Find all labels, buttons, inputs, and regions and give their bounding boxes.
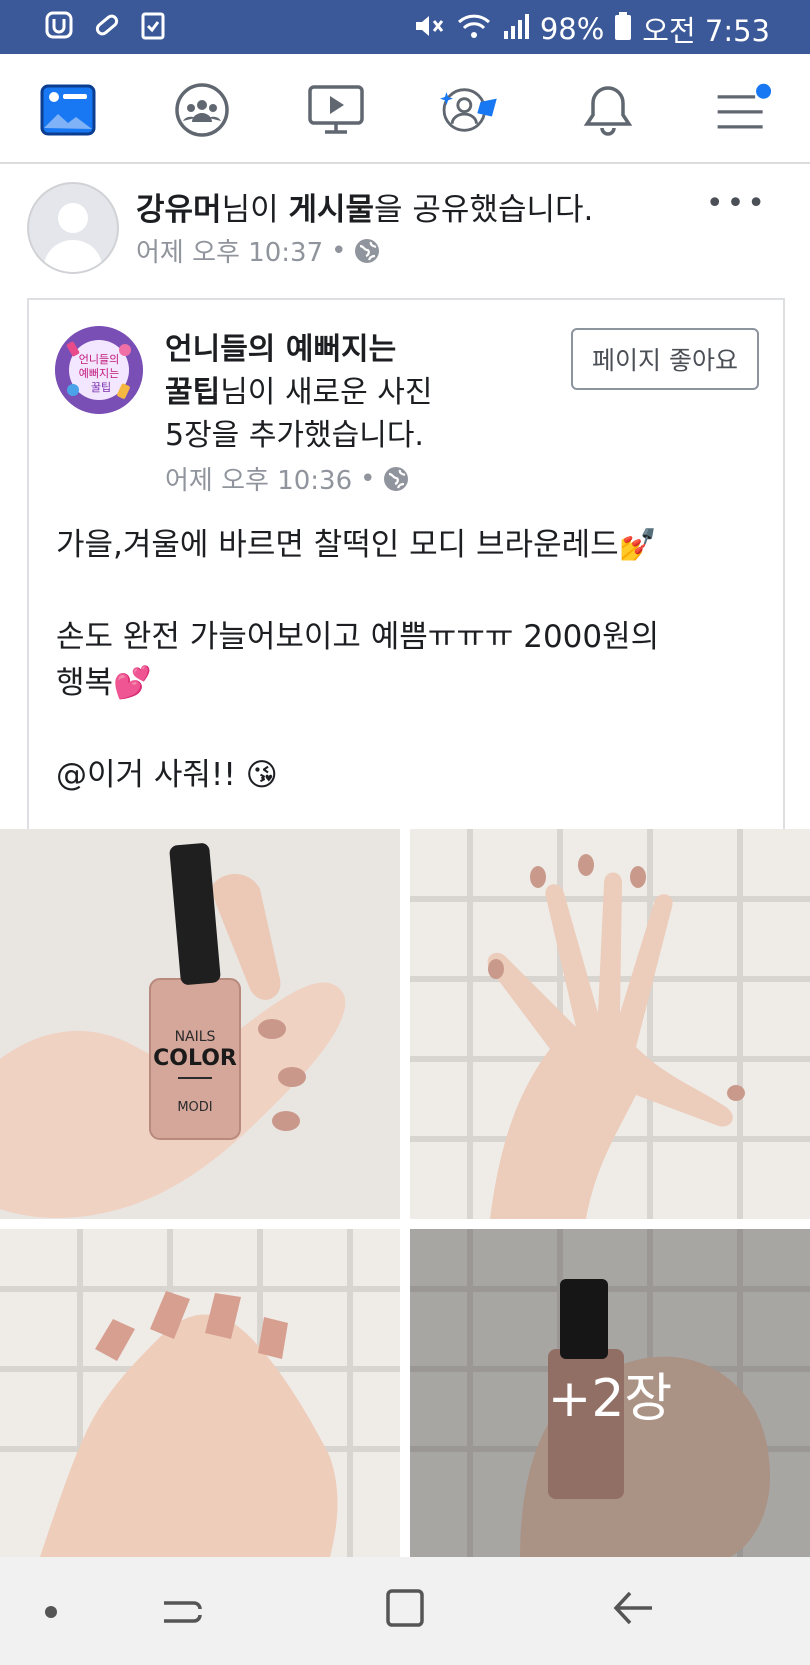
status-bar: 98% 오전 7:53 — [0, 0, 810, 54]
svg-text:언니들의: 언니들의 — [79, 353, 119, 366]
globe-icon — [384, 466, 409, 491]
home-icon — [386, 1589, 424, 1627]
groups-icon — [175, 83, 229, 137]
news-feed-tab[interactable] — [38, 80, 98, 140]
page-name-line2[interactable]: 꿀팁 — [165, 375, 220, 410]
wifi-icon — [456, 11, 492, 48]
profile-tab[interactable] — [440, 80, 500, 140]
battery-icon — [614, 11, 632, 48]
photo-4-more[interactable]: +2장 — [410, 1229, 810, 1557]
svg-text:꿀팁: 꿀팁 — [91, 381, 111, 394]
recent-apps-button[interactable] — [156, 1585, 206, 1635]
bell-icon — [583, 86, 633, 136]
nail-polish-label-nails: NAILS — [175, 1029, 216, 1045]
system-navigation-bar — [0, 1557, 810, 1665]
shared-post-meta: 어제 오후 10:36 • — [165, 460, 409, 497]
body-line-2: 손도 완전 가늘어보이고 예쁨ㅠㅠㅠ 2000원의 — [56, 619, 660, 655]
more-photos-count: +2장 — [547, 1368, 673, 1429]
nail-polish-label-color: COLOR — [153, 1046, 237, 1071]
app-notification-icon — [44, 10, 74, 44]
battery-percent: 98% — [539, 12, 605, 46]
groups-tab[interactable] — [172, 80, 232, 140]
default-avatar-icon — [43, 203, 103, 272]
menu-tab[interactable] — [712, 80, 772, 140]
more-options-button[interactable]: ••• — [706, 186, 768, 221]
photo-3[interactable] — [0, 1229, 400, 1557]
photo-grid: NAILS COLOR MODI +2장 — [0, 829, 810, 1557]
like-page-button[interactable]: 페이지 좋아요 — [571, 328, 759, 390]
post-body-text: 가을,겨울에 바르면 찰떡인 모디 브라운레드💅 손도 완전 가늘어보이고 예쁨… — [56, 522, 756, 798]
post-header: 강유머님이 게시물을 공유했습니다. 어제 오후 10:37 • ••• — [0, 164, 810, 284]
more-photos-overlay[interactable]: +2장 — [410, 1229, 810, 1557]
back-arrow-icon — [613, 1591, 652, 1625]
back-button[interactable] — [608, 1583, 658, 1633]
notifications-tab[interactable] — [578, 80, 638, 140]
top-navigation — [0, 54, 810, 164]
user-avatar[interactable] — [27, 182, 119, 274]
shared-post-timestamp[interactable]: 어제 오후 10:36 — [165, 460, 352, 497]
clipboard-icon — [140, 10, 166, 44]
photo-2[interactable] — [410, 829, 810, 1219]
video-icon — [308, 85, 364, 134]
mute-icon — [412, 11, 446, 48]
globe-icon — [355, 238, 380, 263]
dot-indicator-icon — [45, 1606, 57, 1618]
post-timestamp[interactable]: 어제 오후 10:37 — [136, 232, 323, 269]
pill-icon — [92, 10, 122, 44]
post-title: 강유머님이 게시물을 공유했습니다. — [136, 192, 594, 228]
body-line-4: @이거 사줘!! 😘 — [56, 757, 278, 793]
clock: 오전 7:53 — [642, 14, 770, 48]
svg-text:예뻐지는: 예뻐지는 — [79, 367, 119, 380]
post-meta: 어제 오후 10:37 • — [136, 232, 380, 269]
home-button[interactable] — [380, 1583, 430, 1633]
page-avatar[interactable]: 언니들의 예뻐지는 꿀팁 — [55, 326, 143, 414]
hamburger-menu-icon — [717, 83, 772, 129]
news-feed-icon — [40, 84, 96, 136]
page-name-line1[interactable]: 언니들의 예뻐지는 — [165, 332, 396, 367]
shared-post-link[interactable]: 게시물 — [288, 192, 374, 228]
shared-post-title: 언니들의 예뻐지는 꿀팁님이 새로운 사진 5장을 추가했습니다. — [165, 332, 433, 453]
recent-apps-icon — [164, 1601, 202, 1623]
body-line-3: 행복💕 — [56, 665, 152, 701]
body-line-1: 가을,겨울에 바르면 찰떡인 모디 브라운레드💅 — [56, 527, 658, 563]
nail-polish-label-brand: MODI — [177, 1100, 212, 1115]
photo-1[interactable]: NAILS COLOR MODI — [0, 829, 400, 1219]
profile-icon — [440, 88, 497, 132]
watch-tab[interactable] — [306, 80, 366, 140]
shared-post-card: 언니들의 예뻐지는 꿀팁 언니들의 예뻐지는 꿀팁님이 새로운 사진 5장을 추… — [27, 298, 785, 830]
page-logo: 언니들의 예뻐지는 꿀팁 — [55, 326, 143, 414]
signal-icon — [502, 11, 530, 48]
author-name[interactable]: 강유머 — [136, 192, 222, 228]
